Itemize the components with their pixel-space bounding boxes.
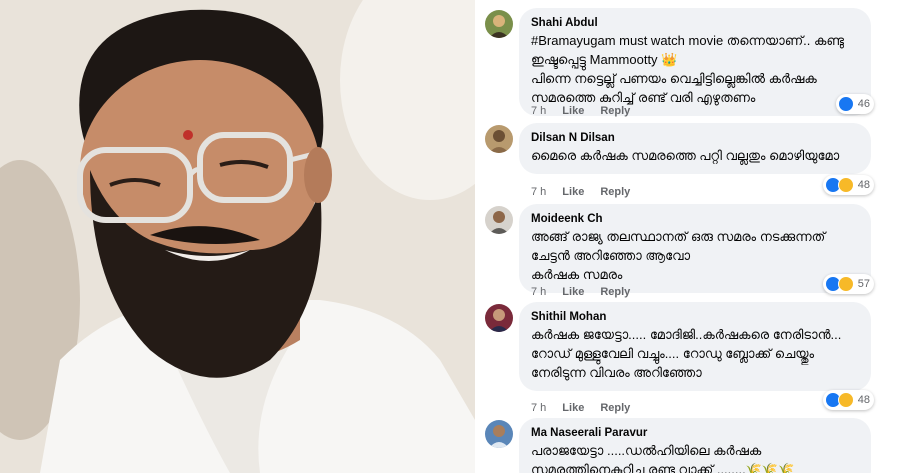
comment-author[interactable]: Dilsan N Dilsan: [531, 131, 859, 146]
comment-author[interactable]: Shahi Abdul: [531, 16, 859, 31]
comment-text: അങ്ങ് രാജ്യ തലസ്ഥാനത് ഒരു സമരം നടക്കുന്ന…: [531, 229, 826, 282]
avatar[interactable]: [485, 304, 513, 332]
reply-button[interactable]: Reply: [600, 286, 630, 298]
reaction-summary[interactable]: 48: [822, 390, 874, 410]
avatar[interactable]: [485, 206, 513, 234]
haha-icon: [837, 276, 854, 292]
reaction-summary[interactable]: 57: [822, 274, 874, 294]
avatar[interactable]: [485, 420, 513, 448]
reaction-count: 48: [857, 179, 870, 191]
portrait-illustration: [0, 0, 475, 473]
reaction-summary[interactable]: 46: [835, 94, 874, 114]
comment-bubble: Shithil Mohan കർഷക ജയേട്ടാ..... മോദിജി..…: [519, 302, 871, 391]
reply-button[interactable]: Reply: [600, 402, 630, 414]
like-icon: [837, 96, 854, 112]
comment-text: #Bramayugam must watch movie തന്നെയാണ്..…: [531, 33, 844, 105]
like-button[interactable]: Like: [562, 402, 584, 414]
comment-author[interactable]: Shithil Mohan: [531, 310, 859, 325]
comment-author[interactable]: Moideenk Ch: [531, 212, 859, 227]
comment-time[interactable]: 7 h: [531, 186, 546, 198]
haha-icon: [837, 177, 854, 193]
comment-time[interactable]: 7 h: [531, 105, 546, 117]
comment-time[interactable]: 7 h: [531, 286, 546, 298]
comment-author[interactable]: Ma Naseerali Paravur: [531, 426, 859, 441]
reaction-count: 46: [857, 98, 870, 110]
comment-meta: 7 h Like Reply: [531, 186, 630, 198]
reaction-count: 48: [857, 394, 870, 406]
comment-bubble: Ma Naseerali Paravur പരാജയേട്ടാ .....ഡൽഹ…: [519, 418, 871, 473]
comment-bubble: Shahi Abdul #Bramayugam must watch movie…: [519, 8, 871, 116]
comment-text: പരാജയേട്ടാ .....ഡൽഹിയിലെ കർഷക സമരത്തിനെക…: [531, 443, 795, 473]
comment-text: മൈരെ കർഷക സമരത്തെ പറ്റി വല്ലതും മൊഴിയുമോ: [531, 148, 840, 163]
like-button[interactable]: Like: [562, 186, 584, 198]
photo: [0, 0, 475, 473]
avatar[interactable]: [485, 10, 513, 38]
comment-meta: 7 h Like Reply: [531, 286, 630, 298]
comment-thread: Shahi Abdul #Bramayugam must watch movie…: [475, 0, 900, 473]
avatar[interactable]: [485, 125, 513, 153]
comment-meta: 7 h Like Reply: [531, 105, 630, 117]
comment-bubble: Moideenk Ch അങ്ങ് രാജ്യ തലസ്ഥാനത് ഒരു സമ…: [519, 204, 871, 293]
haha-icon: [837, 392, 854, 408]
comment-bubble: Dilsan N Dilsan മൈരെ കർഷക സമരത്തെ പറ്റി …: [519, 123, 871, 174]
reaction-summary[interactable]: 48: [822, 175, 874, 195]
comment-meta: 7 h Like Reply: [531, 402, 630, 414]
reply-button[interactable]: Reply: [600, 105, 630, 117]
comment-time[interactable]: 7 h: [531, 402, 546, 414]
comment-text: കർഷക ജയേട്ടാ..... മോദിജി..കർഷകരെ നേരിടാൻ…: [531, 327, 842, 380]
like-button[interactable]: Like: [562, 286, 584, 298]
reaction-count: 57: [857, 278, 870, 290]
like-button[interactable]: Like: [562, 105, 584, 117]
reply-button[interactable]: Reply: [600, 186, 630, 198]
